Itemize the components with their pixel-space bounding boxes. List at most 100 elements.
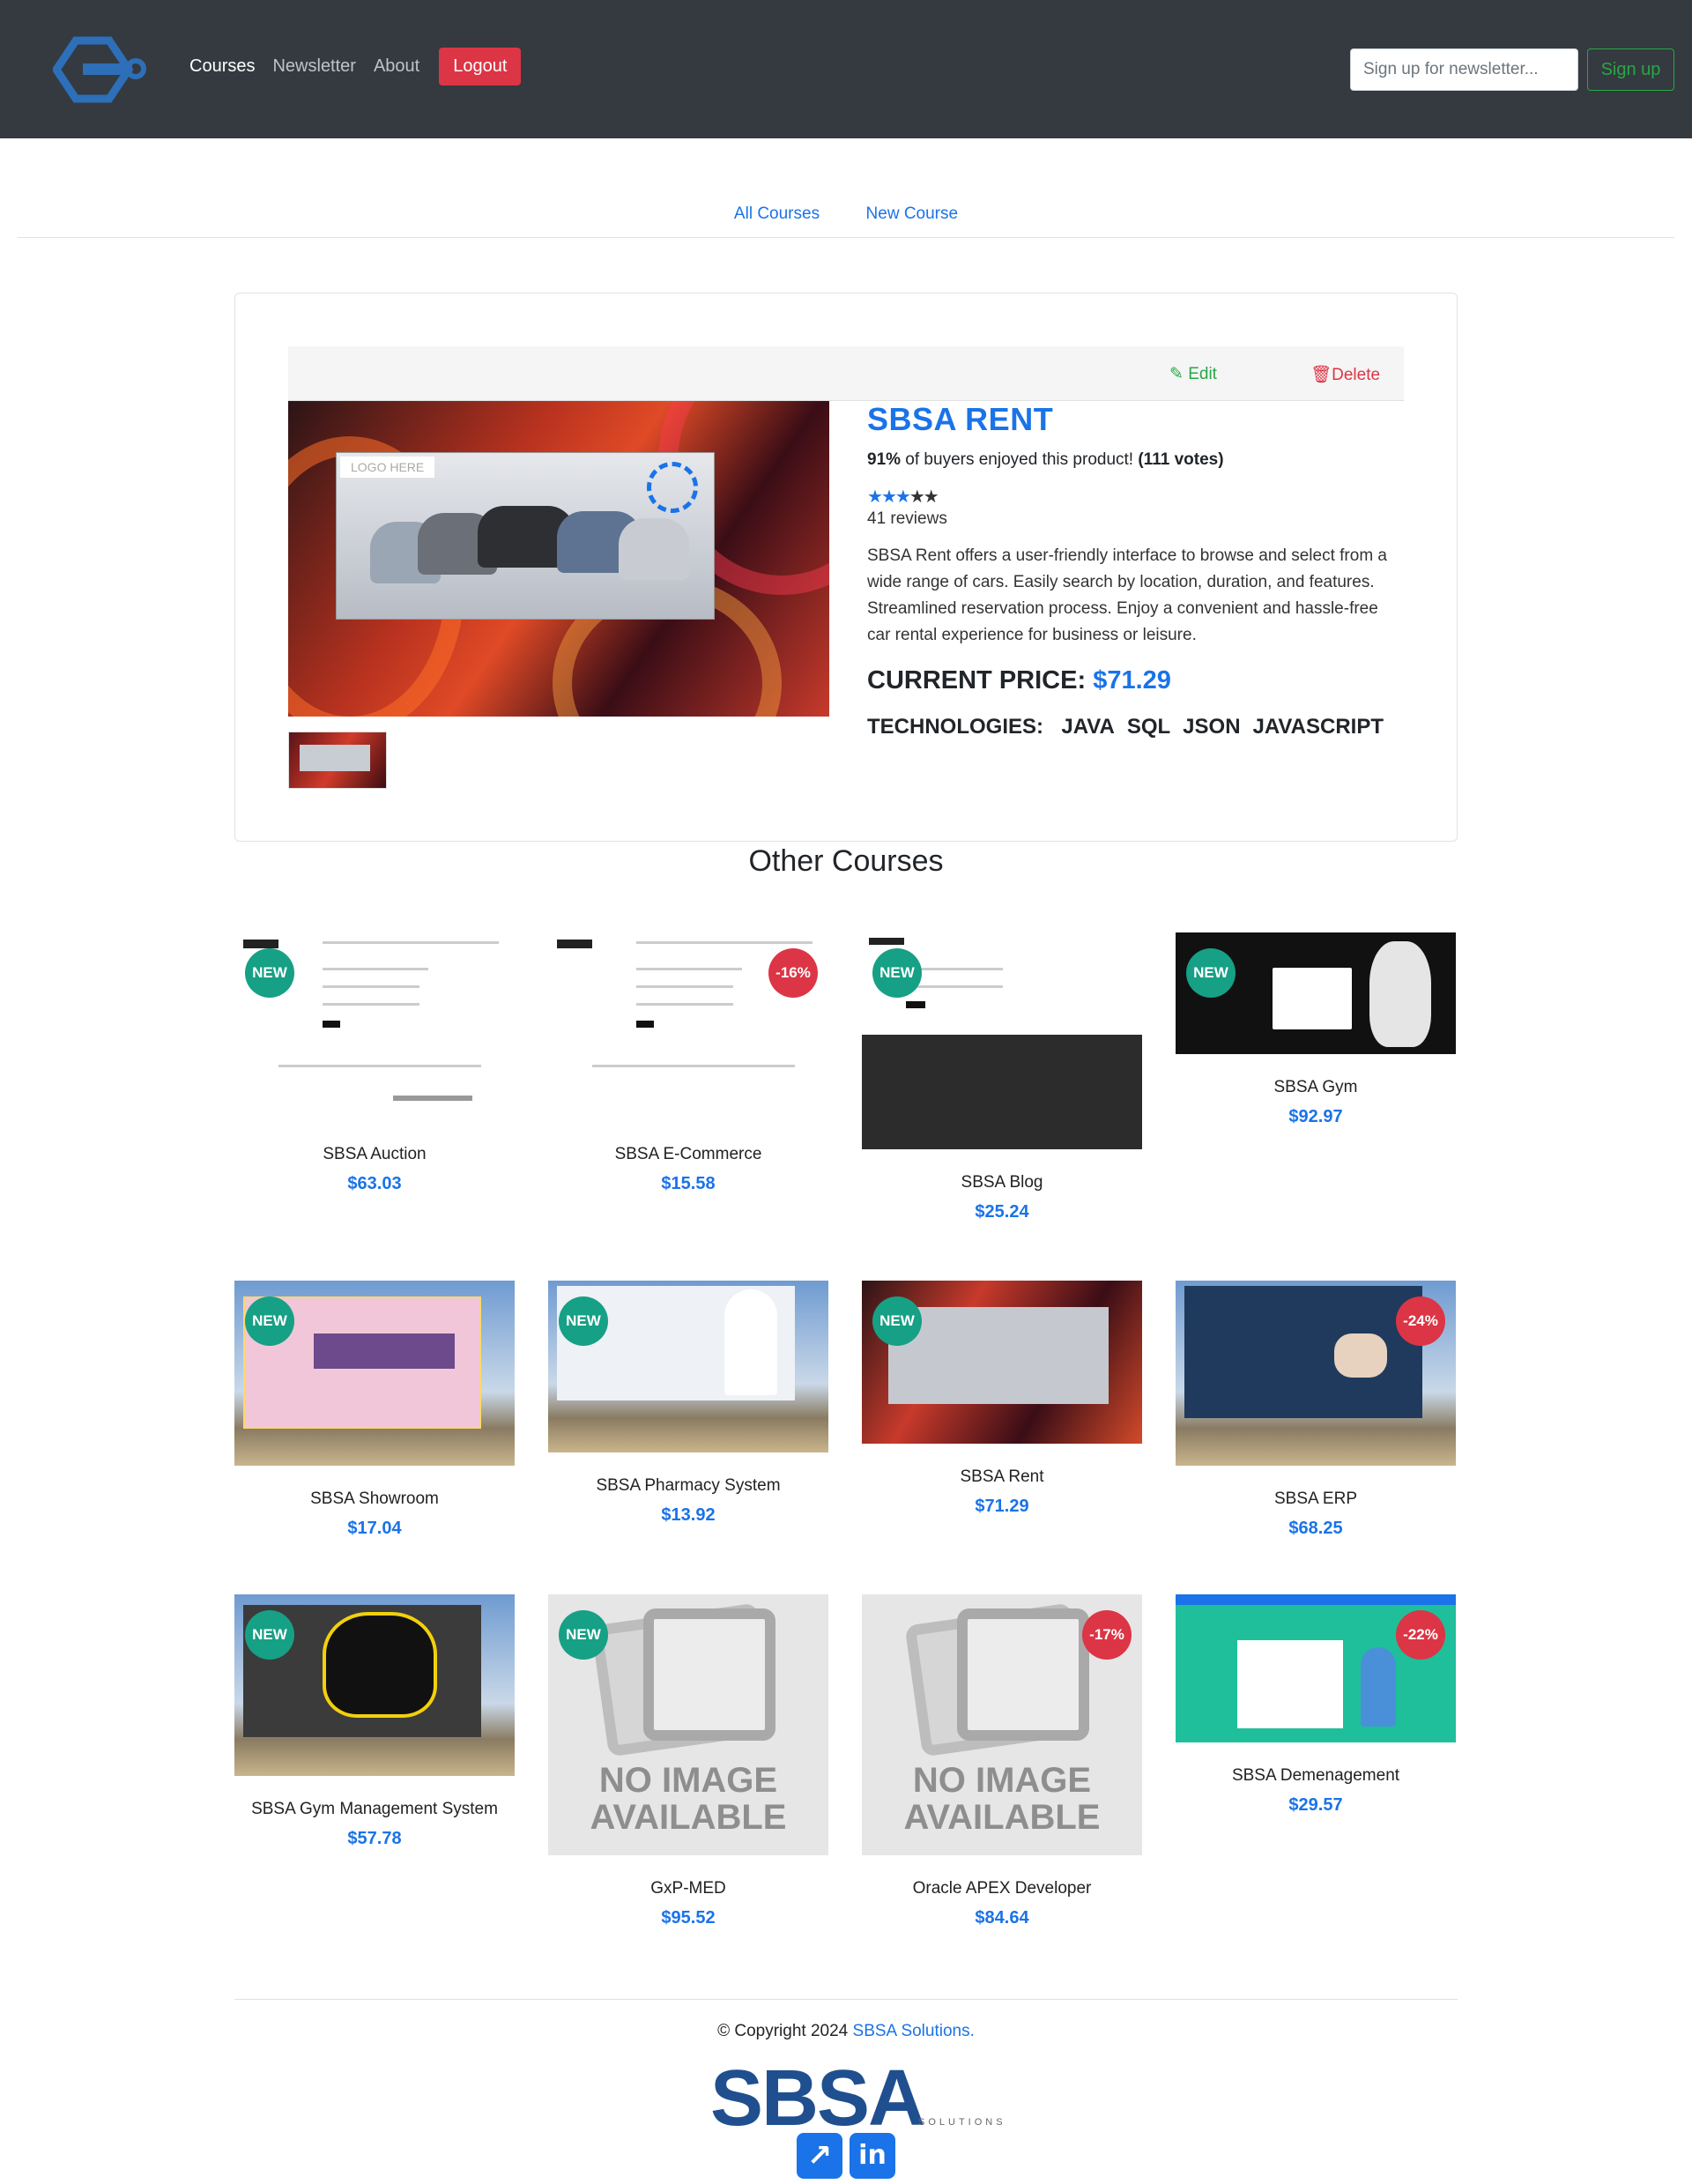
course-thumbnail[interactable]: NEW [862,932,1142,1149]
course-card[interactable]: -22% SBSA Demenagement $29.57 [1176,1594,1456,1816]
other-courses-title: Other Courses [748,844,944,878]
external-link-icon[interactable]: ↗ [797,2133,842,2179]
delete-label: Delete [1332,366,1381,384]
logout-button[interactable]: Logout [439,48,522,85]
edit-button[interactable]: ✎ Edit [1169,364,1217,384]
course-price: $17.04 [347,1519,402,1538]
course-name[interactable]: SBSA Auction [234,1144,515,1165]
all-courses-link[interactable]: All Courses [734,204,820,224]
course-card[interactable]: NO IMAGE AVAILABLE -17% Oracle APEX Deve… [862,1594,1142,1928]
discount-badge: -16% [768,948,818,998]
copyright: © Copyright 2024 SBSA Solutions. [0,2022,1692,2041]
no-image-text: NO IMAGE AVAILABLE [903,1761,1101,1837]
new-badge: NEW [245,948,294,998]
course-thumbnail[interactable]: -24% [1176,1281,1456,1466]
course-price: $68.25 [1288,1519,1343,1538]
star-icon: ★ [894,487,911,507]
course-card[interactable]: NEW SBSA Showroom $17.04 [234,1281,515,1539]
nav-courses[interactable]: Courses [189,56,255,77]
signup-button[interactable]: Sign up [1587,48,1674,91]
company-link[interactable]: SBSA Solutions. [853,2022,975,2040]
course-thumbnail[interactable]: NEW [1176,932,1456,1054]
course-info: SBSA RENT 91% of buyers enjoyed this pro… [867,401,1396,739]
course-name[interactable]: SBSA ERP [1176,1489,1456,1510]
course-thumbnail[interactable]: NEW [548,1281,828,1452]
tech-item: SQL [1126,715,1171,739]
new-badge: NEW [559,1610,608,1660]
new-course-link[interactable]: New Course [866,204,959,224]
course-price: $71.29 [975,1497,1029,1516]
discount-badge: -24% [1396,1296,1445,1346]
tech-label: TECHNOLOGIES: [867,715,1044,739]
discount-badge: -17% [1082,1610,1132,1660]
navbar: Courses Newsletter About Logout Sign up [0,0,1692,138]
course-thumbnail[interactable]: NEW [234,1594,515,1776]
course-thumbnail[interactable]: NO IMAGE AVAILABLE NEW [548,1594,828,1855]
nav-newsletter[interactable]: Newsletter [272,56,355,77]
newsletter-input[interactable] [1350,48,1578,91]
course-card[interactable]: NEW SBSA Gym Management System $57.78 [234,1594,515,1849]
course-name[interactable]: SBSA Rent [862,1467,1142,1488]
course-name[interactable]: SBSA Gym Management System [234,1799,515,1820]
nav-links: Courses Newsletter About Logout [189,48,522,85]
pencil-icon: ✎ [1169,365,1184,383]
course-card[interactable]: NEW SBSA Pharmacy System $13.92 [548,1281,828,1526]
nav-about[interactable]: About [374,56,419,77]
course-main-image: LOGO HERE [288,401,829,717]
course-name[interactable]: SBSA E-Commerce [548,1144,828,1165]
course-name[interactable]: SBSA Gym [1176,1077,1456,1098]
footer-logo: SBSA [710,2054,925,2143]
course-thumbnail[interactable]: NEW [862,1281,1142,1444]
review-count: 41 reviews [867,509,947,528]
tech-item: JSON [1183,715,1241,739]
course-price: $95.52 [661,1908,716,1928]
course-name[interactable]: Oracle APEX Developer [862,1878,1142,1899]
course-title: SBSA RENT [867,401,1054,437]
discount-badge: -22% [1396,1610,1445,1660]
course-thumbnail[interactable]: NEW [234,932,515,1121]
hero-screenshot-panel: LOGO HERE [336,452,715,620]
rating-votes: (111 votes) [1138,450,1224,469]
course-card[interactable]: -24% SBSA ERP $68.25 [1176,1281,1456,1539]
hero-logo-placeholder: LOGO HERE [340,457,435,478]
course-card[interactable]: NO IMAGE AVAILABLE NEW GxP-MED $95.52 [548,1594,828,1928]
course-card[interactable]: NEW SBSA Blog $25.24 [862,932,1142,1222]
image-thumbnail[interactable] [288,732,387,789]
rating-mid-text: of buyers enjoyed this product! [901,450,1139,469]
course-price: $25.24 [975,1202,1029,1222]
price-label: CURRENT PRICE: [867,666,1087,695]
course-name[interactable]: SBSA Demenagement [1176,1765,1456,1787]
rating-summary: 91% of buyers enjoyed this product! (111… [867,450,1396,470]
tech-item: JAVA [1061,715,1115,739]
course-card[interactable]: NEW SBSA Auction $63.03 [234,932,515,1194]
course-name[interactable]: GxP-MED [548,1878,828,1899]
new-badge: NEW [872,1296,922,1346]
rating-percent: 91% [867,450,902,469]
course-card[interactable]: -16% SBSA E-Commerce $15.58 [548,932,828,1194]
course-thumbnail[interactable]: -16% [548,932,828,1121]
delete-button[interactable]: 🗑Delete [1310,364,1380,385]
course-price: $15.58 [661,1174,716,1193]
course-price: $57.78 [347,1829,402,1848]
course-name[interactable]: SBSA Blog [862,1172,1142,1193]
trash-icon: 🗑 [1310,366,1332,384]
tech-item: JAVASCRIPT [1252,715,1384,739]
course-price: $92.97 [1288,1107,1343,1126]
new-badge: NEW [872,948,922,998]
technologies: TECHNOLOGIES: JAVA SQL JSON JAVASCRIPT [867,715,1396,739]
course-name[interactable]: SBSA Showroom [234,1489,515,1510]
star-rating: ★★★★★ [867,486,1396,508]
course-thumbnail[interactable]: NEW [234,1281,515,1466]
course-name[interactable]: SBSA Pharmacy System [548,1475,828,1497]
course-price: $63.03 [347,1174,402,1193]
course-thumbnail[interactable]: NO IMAGE AVAILABLE -17% [862,1594,1142,1855]
star-icon: ★ [909,487,925,507]
course-price: $13.92 [661,1505,716,1525]
course-card[interactable]: NEW SBSA Rent $71.29 [862,1281,1142,1517]
course-card[interactable]: NEW SBSA Gym $92.97 [1176,932,1456,1127]
linkedin-icon[interactable]: in [850,2133,895,2179]
card-toolbar: ✎ Edit 🗑Delete [288,346,1404,401]
course-thumbnail[interactable]: -22% [1176,1594,1456,1742]
brand-logo-icon[interactable] [53,35,150,104]
current-price: CURRENT PRICE: $71.29 [867,666,1396,695]
